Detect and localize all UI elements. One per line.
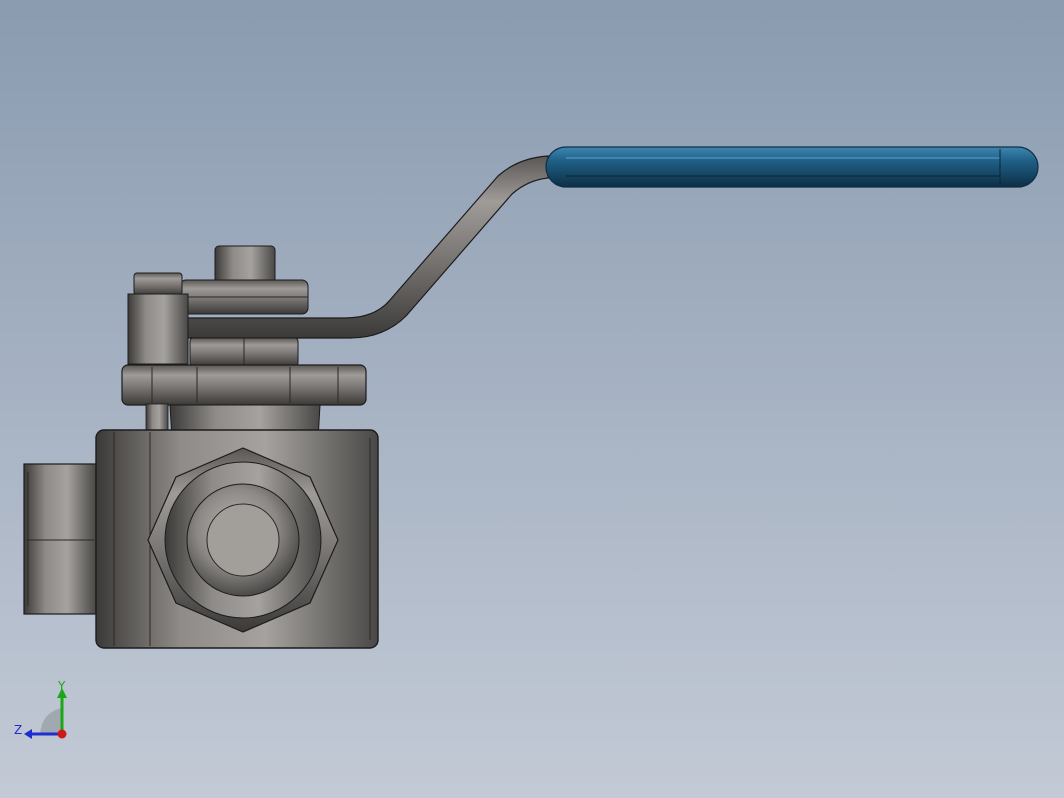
left-end-connector[interactable] — [23, 463, 97, 615]
x-axis-icon — [57, 729, 67, 739]
port-bore — [206, 503, 280, 577]
handle-grip[interactable] — [545, 146, 1039, 188]
orientation-triad: Y Z — [14, 679, 67, 739]
triad-y-label: Y — [57, 679, 66, 693]
bonnet-flange — [121, 364, 367, 406]
stem-top — [214, 245, 276, 285]
set-screw — [145, 403, 169, 433]
stop-bolt-head — [133, 272, 183, 296]
triad-plane-arc — [40, 708, 62, 734]
z-arrow-icon — [24, 729, 32, 739]
stop-plate — [127, 293, 189, 365]
triad-z-label: Z — [14, 723, 22, 737]
left-hex — [23, 463, 97, 615]
graphics-viewport[interactable]: Y Z — [0, 0, 1064, 798]
model-scene[interactable] — [0, 0, 1064, 798]
